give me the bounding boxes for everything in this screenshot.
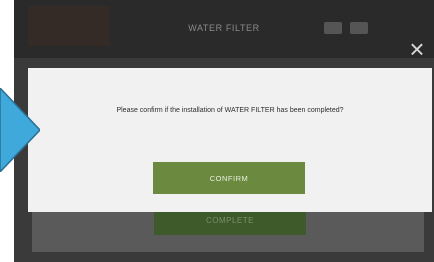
dialog-message: Please confirm if the installation of WA… [116,107,344,114]
status-icon [324,22,342,34]
top-bar: WATER FILTER [14,0,434,58]
pointer-arrow-shape [0,88,40,172]
confirm-dialog: Please confirm if the installation of WA… [28,68,432,212]
close-icon[interactable]: × [406,36,428,62]
top-bar-left-panel [28,6,110,46]
status-icon [350,22,368,34]
page-title: WATER FILTER [188,23,260,33]
pointer-arrow-icon [0,88,40,172]
confirm-button[interactable]: CONFIRM [153,162,305,194]
